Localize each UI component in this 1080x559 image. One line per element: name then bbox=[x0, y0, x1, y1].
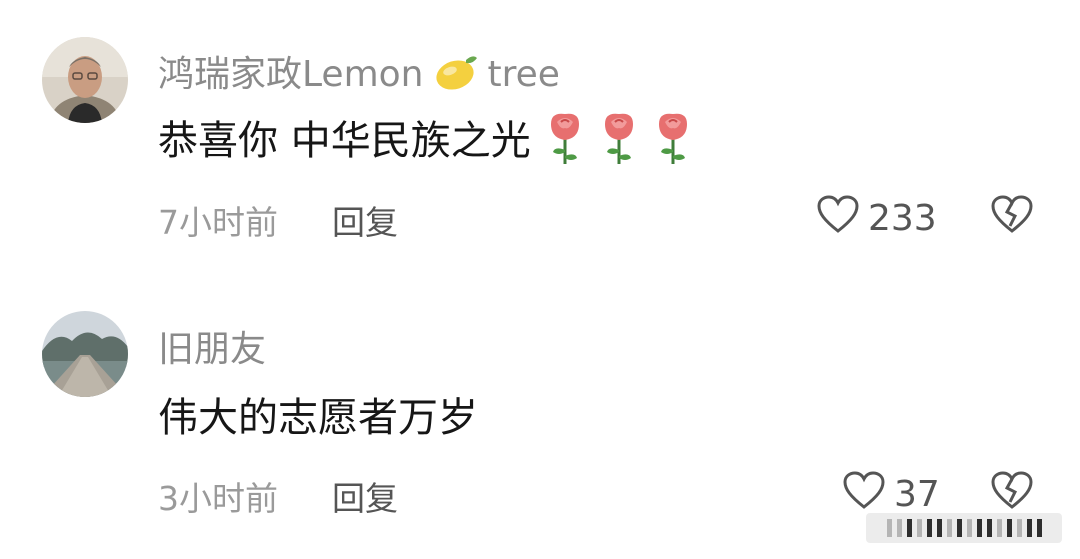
watermark-mark bbox=[886, 519, 892, 537]
broken-heart-icon bbox=[990, 471, 1034, 514]
watermark-mark bbox=[996, 519, 1002, 537]
dislike-button[interactable] bbox=[990, 194, 1034, 238]
like-button[interactable]: 233 bbox=[816, 194, 937, 243]
watermark-mark bbox=[896, 519, 902, 537]
avatar[interactable] bbox=[42, 37, 128, 123]
watermark-mark bbox=[926, 519, 932, 537]
lemon-icon bbox=[433, 52, 479, 101]
watermark-mark bbox=[1036, 519, 1042, 537]
username-suffix: tree bbox=[487, 54, 560, 95]
like-button[interactable]: 37 bbox=[842, 470, 940, 519]
watermark bbox=[866, 513, 1062, 543]
comment-text-body: 恭喜你 中华民族之光 bbox=[158, 118, 531, 164]
watermark-mark bbox=[986, 519, 992, 537]
dislike-button[interactable] bbox=[990, 470, 1034, 514]
watermark-mark bbox=[936, 519, 942, 537]
avatar[interactable] bbox=[42, 311, 128, 397]
watermark-mark bbox=[906, 519, 912, 537]
watermark-mark bbox=[1006, 519, 1012, 537]
watermark-mark bbox=[916, 519, 922, 537]
comment-time: 3小时前 bbox=[158, 479, 278, 518]
comment-time: 7小时前 bbox=[158, 203, 278, 242]
rose-icon bbox=[545, 110, 585, 176]
reply-button[interactable]: 回复 bbox=[332, 472, 398, 520]
username[interactable]: 鸿瑞家政Lemon tree bbox=[158, 45, 560, 101]
rose-icon bbox=[599, 110, 639, 176]
comment-text: 恭喜你 中华民族之光 bbox=[158, 108, 693, 176]
username-text: 鸿瑞家政Lemon bbox=[158, 54, 424, 95]
like-count: 37 bbox=[894, 474, 940, 515]
broken-heart-icon bbox=[990, 195, 1034, 238]
watermark-mark bbox=[1016, 519, 1022, 537]
watermark-mark bbox=[966, 519, 972, 537]
watermark-mark bbox=[946, 519, 952, 537]
heart-icon bbox=[816, 194, 860, 243]
watermark-mark bbox=[956, 519, 962, 537]
watermark-mark bbox=[976, 519, 982, 537]
comment-text: 伟大的志愿者万岁 bbox=[158, 395, 478, 441]
watermark-mark bbox=[1026, 519, 1032, 537]
username[interactable]: 旧朋友 bbox=[158, 320, 266, 372]
heart-icon bbox=[842, 470, 886, 519]
rose-icon bbox=[653, 110, 693, 176]
like-count: 233 bbox=[868, 198, 937, 239]
reply-button[interactable]: 回复 bbox=[332, 196, 398, 244]
